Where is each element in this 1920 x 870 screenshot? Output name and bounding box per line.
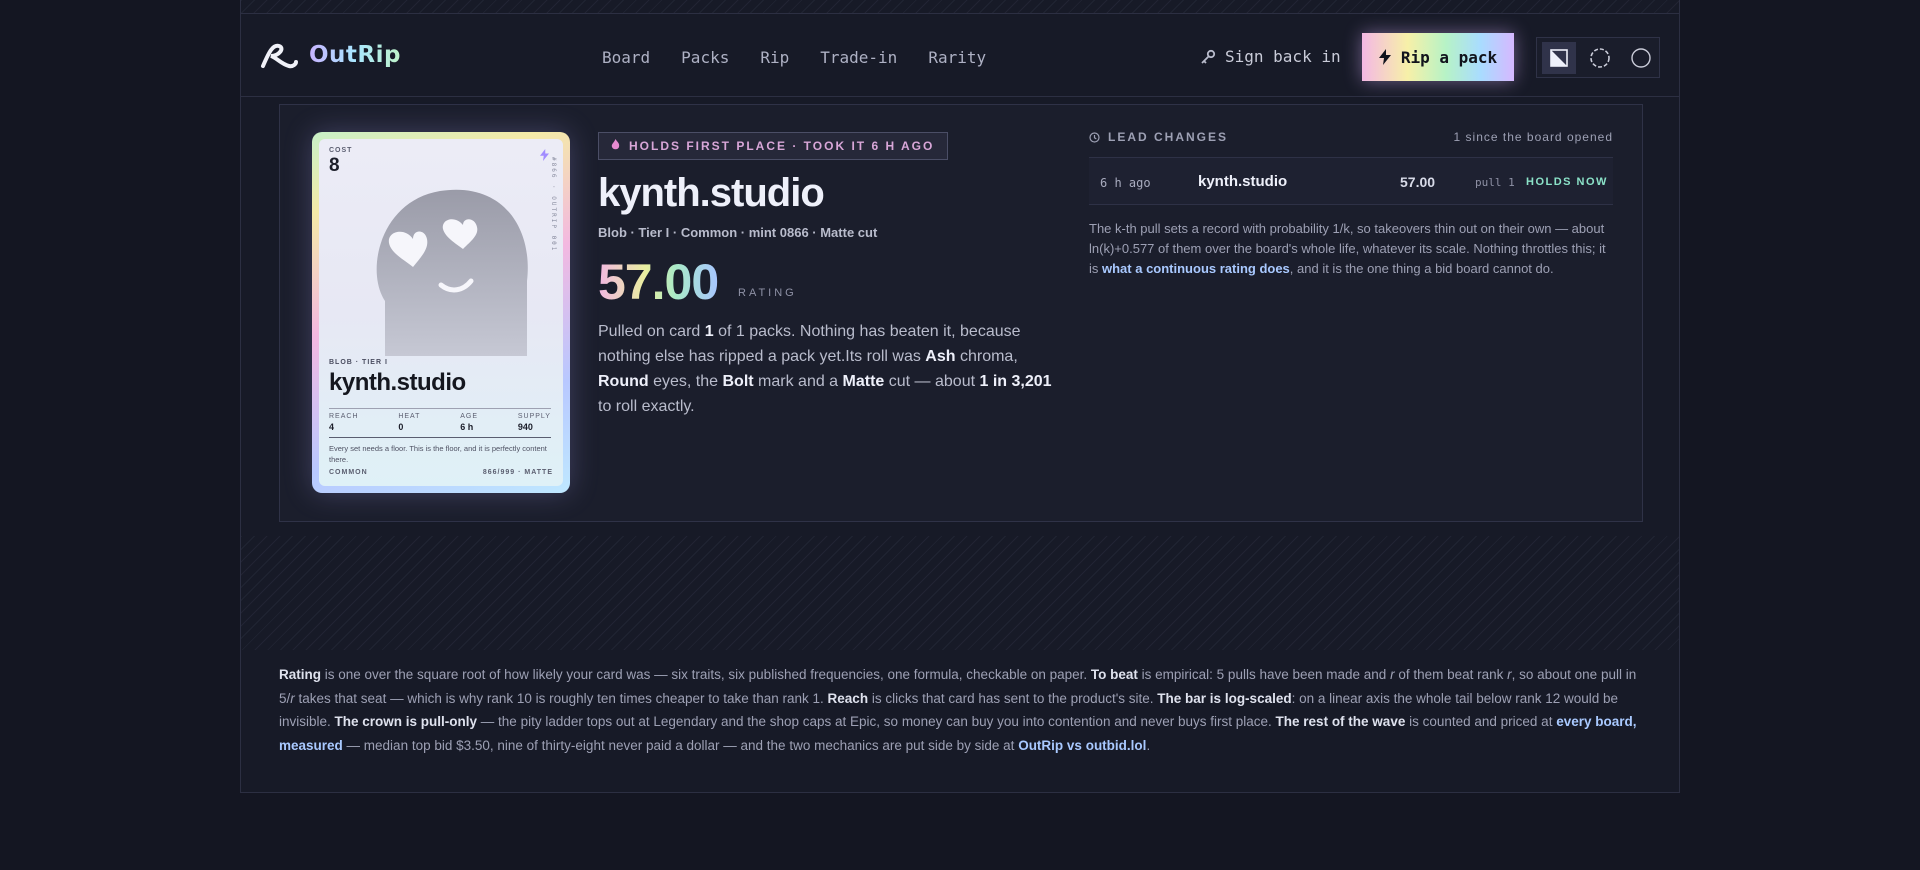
site-header: OutRip Board Packs Rip Trade-in Rarity S… — [241, 14, 1679, 97]
leader-card[interactable]: COST 8 #866 · OUTRIP 001 BLOB · TIER I k… — [312, 132, 570, 493]
card-stat-label: REACH — [329, 413, 359, 420]
section-divider-hatch — [241, 536, 1679, 650]
theme-switcher — [1536, 37, 1660, 78]
card-stat-label: AGE — [460, 413, 479, 420]
card-stat-value: 940 — [517, 422, 533, 432]
card-kind: BLOB · TIER I — [329, 359, 388, 366]
sign-in-link[interactable]: Sign back in — [1200, 47, 1341, 66]
card-stat-value: 6 h — [460, 422, 474, 432]
leader-title: kynth.studio — [598, 171, 825, 215]
rating-label: RATING — [738, 287, 797, 299]
first-place-badge: HOLDS FIRST PLACE · TOOK IT 6 H AGO — [598, 132, 949, 160]
lead-changes-count: 1 since the board opened — [1453, 130, 1613, 144]
leader-meta: Blob · Tier I · Common · mint 0866 · Mat… — [598, 225, 878, 240]
lead-change-row[interactable]: 6 h ago kynth.studio 57.00 pull 1 HOLDS … — [1089, 157, 1613, 205]
contrast-icon — [1550, 48, 1568, 67]
rating-value: 57.00 — [598, 254, 719, 310]
card-stats: REACH 4 HEAT 0 AGE 6 h SUPPLY 940 — [329, 408, 551, 438]
lead-changes-note: The k-th pull sets a record with probabi… — [1089, 221, 1606, 276]
card-stat-heat: HEAT 0 — [398, 413, 420, 432]
nav-rip[interactable]: Rip — [760, 48, 789, 67]
sign-in-label: Sign back in — [1225, 47, 1341, 66]
lead-change-name: kynth.studio — [1198, 173, 1288, 190]
lead-change-status: HOLDS NOW — [1526, 176, 1608, 188]
leader-panel: COST 8 #866 · OUTRIP 001 BLOB · TIER I k… — [279, 104, 1643, 522]
theme-contrast-button[interactable] — [1542, 41, 1576, 74]
card-serial: 866/999 · MATTE — [482, 469, 553, 476]
card-stat-value: 0 — [398, 422, 404, 432]
leader-description: Pulled on card 1 of 1 packs. Nothing has… — [598, 323, 1052, 415]
page-frame: OutRip Board Packs Rip Trade-in Rarity S… — [240, 0, 1680, 793]
theme-circle-button[interactable] — [1624, 42, 1658, 74]
card-cost-label: COST — [329, 147, 353, 154]
card-rarity: COMMON — [329, 469, 368, 476]
logo-wordmark: OutRip — [309, 42, 401, 68]
card-stat-label: HEAT — [398, 413, 421, 420]
rating-explainer: Rating is one over the square root of ho… — [279, 667, 1637, 753]
card-stat-reach: REACH 4 — [329, 413, 359, 432]
bolt-icon — [1378, 49, 1391, 65]
card-stat-label: SUPPLY — [517, 413, 551, 420]
theme-dashed-button[interactable] — [1583, 42, 1617, 74]
card-flavor-text: Every set needs a floor. This is the flo… — [329, 444, 547, 464]
blob-character-icon — [376, 189, 528, 356]
logo-mark-icon — [261, 43, 298, 69]
card-bolt-icon — [540, 149, 549, 164]
main-nav: Board Packs Rip Trade-in Rarity — [602, 48, 1017, 67]
lead-changes-title: LEAD CHANGES — [1089, 130, 1228, 144]
card-stat-supply: SUPPLY 940 — [518, 413, 551, 432]
card-face: COST 8 #866 · OUTRIP 001 BLOB · TIER I k… — [319, 139, 563, 486]
nav-packs[interactable]: Packs — [681, 48, 729, 67]
lead-change-time: 6 h ago — [1100, 176, 1151, 190]
history-icon — [1089, 131, 1100, 143]
card-name: kynth.studio — [329, 369, 466, 396]
card-stat-value: 4 — [329, 422, 335, 432]
rip-pack-button[interactable]: Rip a pack — [1362, 33, 1514, 81]
continuous-rating-link[interactable]: what a continuous rating does — [1102, 261, 1290, 276]
lead-changes-title-text: LEAD CHANGES — [1108, 130, 1229, 144]
outrip-vs-outbid-link[interactable]: OutRip vs outbid.lol — [1018, 738, 1146, 753]
top-hatch — [241, 0, 1679, 14]
circle-icon — [1631, 47, 1651, 68]
rip-pack-label: Rip a pack — [1400, 47, 1498, 67]
card-stat-age: AGE 6 h — [460, 413, 478, 432]
nav-rarity[interactable]: Rarity — [928, 48, 986, 67]
flame-icon — [611, 133, 620, 159]
lead-change-pull: pull 1 — [1475, 176, 1515, 189]
nav-trade-in[interactable]: Trade-in — [820, 48, 897, 67]
logo[interactable]: OutRip — [259, 40, 401, 70]
card-cost-value: 8 — [329, 155, 340, 176]
badge-label: HOLDS FIRST PLACE · TOOK IT 6 H AGO — [629, 139, 935, 153]
key-icon — [1201, 49, 1216, 64]
nav-board[interactable]: Board — [602, 48, 650, 67]
dashed-circle-icon — [1590, 47, 1610, 68]
lead-changes-header: LEAD CHANGES 1 since the board opened — [1089, 130, 1613, 144]
card-side-text: #866 · OUTRIP 001 — [550, 157, 557, 253]
lead-change-value: 57.00 — [1400, 174, 1436, 190]
